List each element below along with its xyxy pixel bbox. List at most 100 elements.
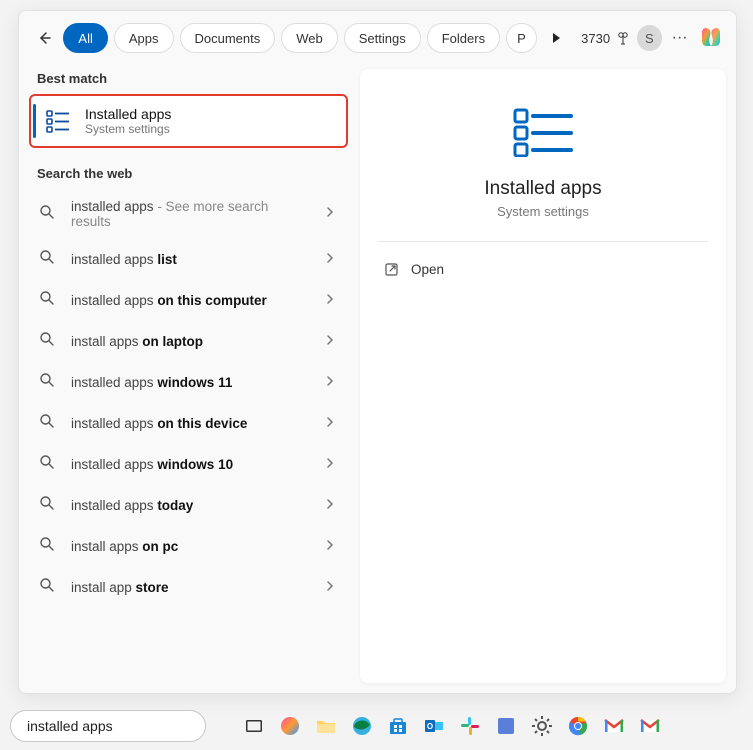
gmail2-button[interactable]: [636, 712, 664, 740]
tab-documents[interactable]: Documents: [180, 23, 276, 53]
search-icon: [39, 372, 57, 393]
gmail-icon: [639, 715, 661, 737]
chrome-icon: [567, 715, 589, 737]
more-button[interactable]: ···: [668, 29, 692, 47]
web-result-text: installed apps windows 10: [71, 457, 310, 472]
svg-text:O: O: [427, 722, 433, 731]
copilot-icon: [279, 715, 301, 737]
rewards-icon: [615, 30, 631, 46]
edge-icon: [351, 715, 373, 737]
taskview-button[interactable]: [240, 712, 268, 740]
chevron-right-icon: [324, 538, 336, 556]
taskbar-search[interactable]: [10, 710, 206, 742]
web-result-text: install apps on laptop: [71, 334, 310, 349]
preview-panel: Installed apps System settings Open: [360, 69, 726, 683]
explorer-button[interactable]: [312, 712, 340, 740]
chevron-right-icon: [324, 292, 336, 310]
web-result-text: installed apps list: [71, 252, 310, 267]
selection-indicator: [33, 104, 36, 138]
web-result-item[interactable]: installed apps today: [29, 485, 348, 526]
section-search-web: Search the web: [29, 160, 354, 189]
open-action[interactable]: Open: [378, 256, 450, 283]
web-result-item[interactable]: installed apps list: [29, 239, 348, 280]
slack-icon: [459, 715, 481, 737]
content: Best match Installed apps System sett: [19, 61, 736, 693]
section-best-match: Best match: [29, 65, 354, 94]
search-icon: [39, 413, 57, 434]
web-result-text: installed apps on this device: [71, 416, 310, 431]
preview-title: Installed apps: [484, 178, 601, 200]
web-result-item[interactable]: installed apps windows 11: [29, 362, 348, 403]
rewards-points[interactable]: 3730: [581, 30, 631, 46]
web-result-item[interactable]: install app store: [29, 567, 348, 608]
tab-settings[interactable]: Settings: [344, 23, 421, 53]
user-avatar[interactable]: S: [637, 25, 662, 51]
tab-next-button[interactable]: [543, 24, 569, 52]
web-result-item[interactable]: installed apps windows 10: [29, 444, 348, 485]
web-result-item[interactable]: install apps on pc: [29, 526, 348, 567]
open-label: Open: [411, 262, 444, 277]
web-result-text: install apps on pc: [71, 539, 310, 554]
installed-apps-icon: [43, 106, 73, 136]
tab-apps[interactable]: Apps: [114, 23, 174, 53]
results-panel: Best match Installed apps System sett: [19, 61, 354, 693]
search-icon: [39, 331, 57, 352]
points-value: 3730: [581, 31, 610, 46]
best-match-title: Installed apps: [85, 106, 171, 122]
store-button[interactable]: [384, 712, 412, 740]
app1-button[interactable]: [492, 712, 520, 740]
chevron-right-icon: [324, 374, 336, 392]
outlook-icon: O: [423, 715, 445, 737]
open-icon: [384, 262, 399, 277]
tab-more[interactable]: P: [506, 23, 537, 53]
chevron-right-icon: [324, 251, 336, 269]
web-result-item[interactable]: installed apps on this computer: [29, 280, 348, 321]
search-icon: [39, 536, 57, 557]
app-icon: [495, 715, 517, 737]
preview-subtitle: System settings: [497, 204, 589, 219]
divider: [378, 241, 708, 242]
web-result-item[interactable]: installed apps on this device: [29, 403, 348, 444]
settings-button[interactable]: [528, 712, 556, 740]
taskbar: O: [0, 702, 753, 750]
copilot-icon: [698, 24, 724, 50]
search-icon: [39, 204, 57, 225]
web-result-text: install app store: [71, 580, 310, 595]
tab-folders[interactable]: Folders: [427, 23, 500, 53]
back-button[interactable]: [31, 24, 57, 52]
search-icon: [39, 249, 57, 270]
gmail-icon: [603, 715, 625, 737]
taskview-icon: [244, 716, 264, 736]
slack-button[interactable]: [456, 712, 484, 740]
chevron-right-icon: [324, 415, 336, 433]
outlook-button[interactable]: O: [420, 712, 448, 740]
web-result-text: installed apps on this computer: [71, 293, 310, 308]
tab-all[interactable]: All: [63, 23, 107, 53]
gear-icon: [531, 715, 553, 737]
search-icon: [39, 577, 57, 598]
tab-web[interactable]: Web: [281, 23, 338, 53]
gmail1-button[interactable]: [600, 712, 628, 740]
web-result-text: installed apps today: [71, 498, 310, 513]
best-match-text: Installed apps System settings: [85, 106, 171, 136]
web-result-item[interactable]: install apps on laptop: [29, 321, 348, 362]
search-window: All Apps Documents Web Settings Folders …: [18, 10, 737, 694]
chevron-right-icon: [324, 333, 336, 351]
chevron-right-icon: [324, 497, 336, 515]
web-result-text: installed apps windows 11: [71, 375, 310, 390]
copilot-taskbar[interactable]: [276, 712, 304, 740]
chrome-button[interactable]: [564, 712, 592, 740]
web-result-item[interactable]: installed apps - See more search results: [29, 189, 348, 239]
chevron-right-icon: [324, 456, 336, 474]
search-icon: [39, 495, 57, 516]
web-results-list: installed apps - See more search results…: [29, 189, 354, 608]
web-result-text: installed apps - See more search results: [71, 199, 310, 229]
search-input[interactable]: [27, 718, 208, 734]
copilot-button[interactable]: [698, 24, 724, 52]
play-icon: [550, 32, 562, 44]
chevron-right-icon: [324, 205, 336, 223]
best-match-item[interactable]: Installed apps System settings: [29, 94, 348, 148]
arrow-left-icon: [36, 30, 52, 46]
best-match-subtitle: System settings: [85, 122, 171, 136]
edge-button[interactable]: [348, 712, 376, 740]
